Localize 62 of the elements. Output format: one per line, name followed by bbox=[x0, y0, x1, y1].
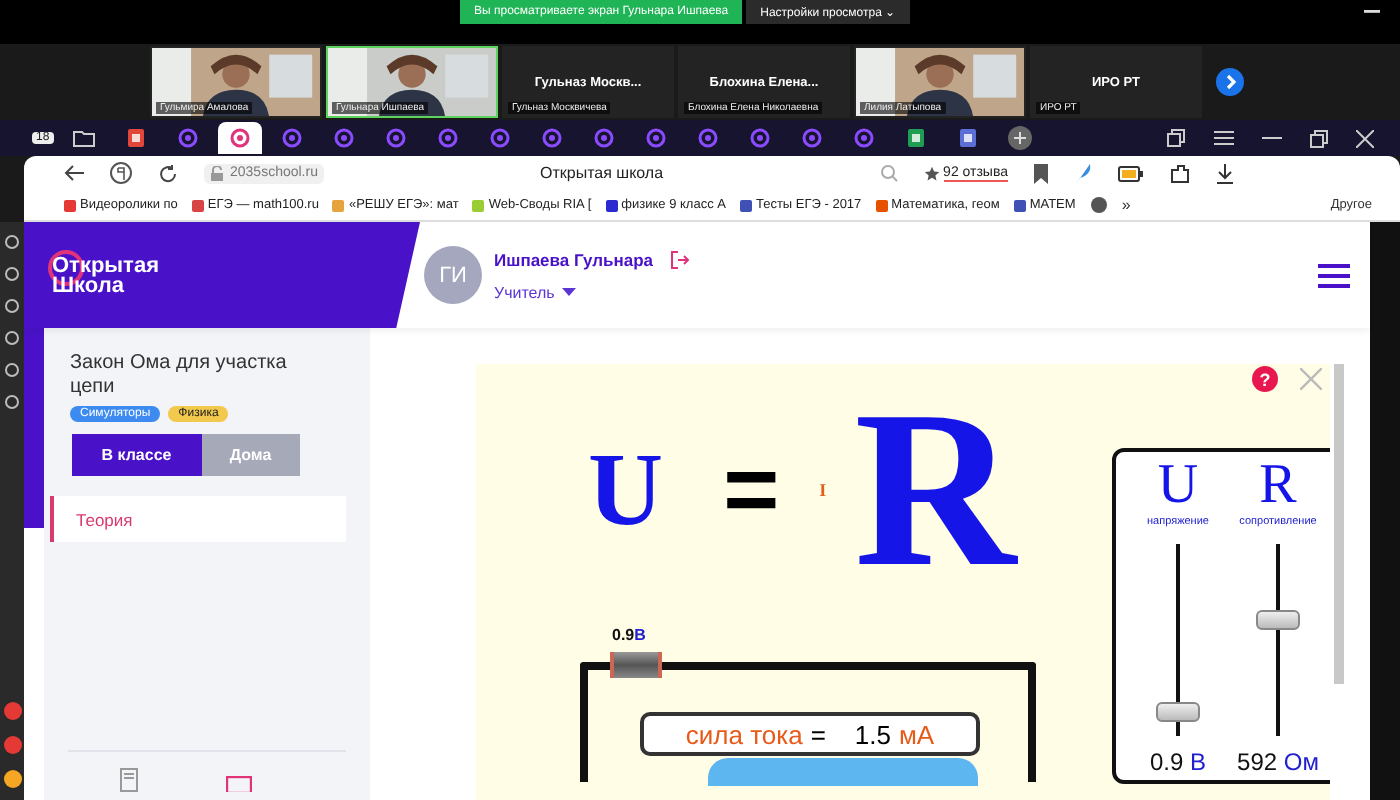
target-icon bbox=[593, 128, 614, 148]
document-icon[interactable] bbox=[120, 768, 138, 792]
extensions-icon[interactable] bbox=[1170, 163, 1190, 183]
resistance-symbol: R bbox=[854, 378, 1016, 602]
browser-tab[interactable] bbox=[217, 122, 262, 154]
new-folder-icon[interactable] bbox=[71, 128, 96, 148]
target-icon bbox=[281, 128, 302, 148]
target-icon bbox=[229, 128, 250, 148]
target-icon bbox=[801, 128, 822, 148]
role-dropdown[interactable]: Учитель bbox=[494, 283, 690, 301]
lesson-title: Закон Ома для участка цепи bbox=[70, 352, 289, 400]
minimize-icon[interactable] bbox=[1262, 136, 1282, 140]
document-icon bbox=[125, 128, 146, 148]
yandex-icon[interactable] bbox=[110, 162, 132, 184]
tabs-icon[interactable] bbox=[1166, 128, 1186, 148]
document-icon bbox=[905, 128, 926, 148]
restore-icon[interactable] bbox=[1310, 129, 1328, 147]
voltage-symbol: U bbox=[588, 431, 664, 549]
page-title: Открытая школа bbox=[539, 164, 664, 182]
target-icon bbox=[489, 128, 510, 148]
current-readout: сила тока = 1.5 мА bbox=[640, 712, 980, 756]
document-icon bbox=[957, 128, 978, 148]
target-icon bbox=[541, 128, 562, 148]
lock-icon bbox=[210, 165, 224, 181]
scrollbar[interactable] bbox=[1334, 364, 1344, 684]
new-tab-icon[interactable] bbox=[1007, 126, 1032, 150]
slider-value: 592 Ом bbox=[1237, 748, 1319, 776]
section-item[interactable]: Теория bbox=[50, 496, 346, 542]
more-bookmarks[interactable]: » bbox=[1121, 196, 1131, 214]
target-icon bbox=[853, 128, 874, 148]
target-icon bbox=[437, 128, 458, 148]
target-icon bbox=[697, 128, 718, 148]
download-icon[interactable] bbox=[1216, 163, 1234, 183]
slider-symbol: R bbox=[1259, 456, 1297, 516]
next-page-icon[interactable] bbox=[1216, 68, 1244, 96]
target-icon bbox=[385, 128, 406, 148]
close-icon[interactable] bbox=[1356, 129, 1374, 147]
slider-thumb[interactable] bbox=[1256, 610, 1300, 631]
logout-icon[interactable] bbox=[669, 249, 690, 269]
help-button[interactable]: ? bbox=[1252, 366, 1278, 392]
target-icon bbox=[645, 128, 666, 148]
battery-icon[interactable] bbox=[1118, 165, 1144, 181]
battery-icon bbox=[610, 652, 662, 678]
bookmark-icon[interactable] bbox=[1034, 163, 1048, 183]
slider-thumb[interactable] bbox=[1156, 701, 1200, 722]
star-icon bbox=[923, 165, 940, 181]
target-icon bbox=[333, 128, 354, 148]
mode-tab[interactable]: В классе bbox=[72, 434, 201, 476]
back-icon[interactable] bbox=[64, 164, 84, 182]
reload-icon[interactable] bbox=[158, 163, 178, 183]
caret-icon bbox=[562, 288, 577, 296]
user-name: Ишпаева Гульнара bbox=[494, 249, 654, 269]
slider-value: 0.9 В bbox=[1149, 748, 1207, 776]
screen-icon[interactable] bbox=[226, 776, 252, 792]
target-icon bbox=[177, 128, 198, 148]
menu-icon[interactable] bbox=[1318, 263, 1350, 287]
current-symbol: I bbox=[819, 480, 827, 500]
equals-sign: = bbox=[723, 435, 780, 545]
battery-voltage: 0.9В bbox=[612, 626, 646, 644]
target-icon bbox=[749, 128, 770, 148]
minimize-icon[interactable] bbox=[1364, 10, 1380, 14]
slider-symbol: U bbox=[1157, 456, 1199, 516]
